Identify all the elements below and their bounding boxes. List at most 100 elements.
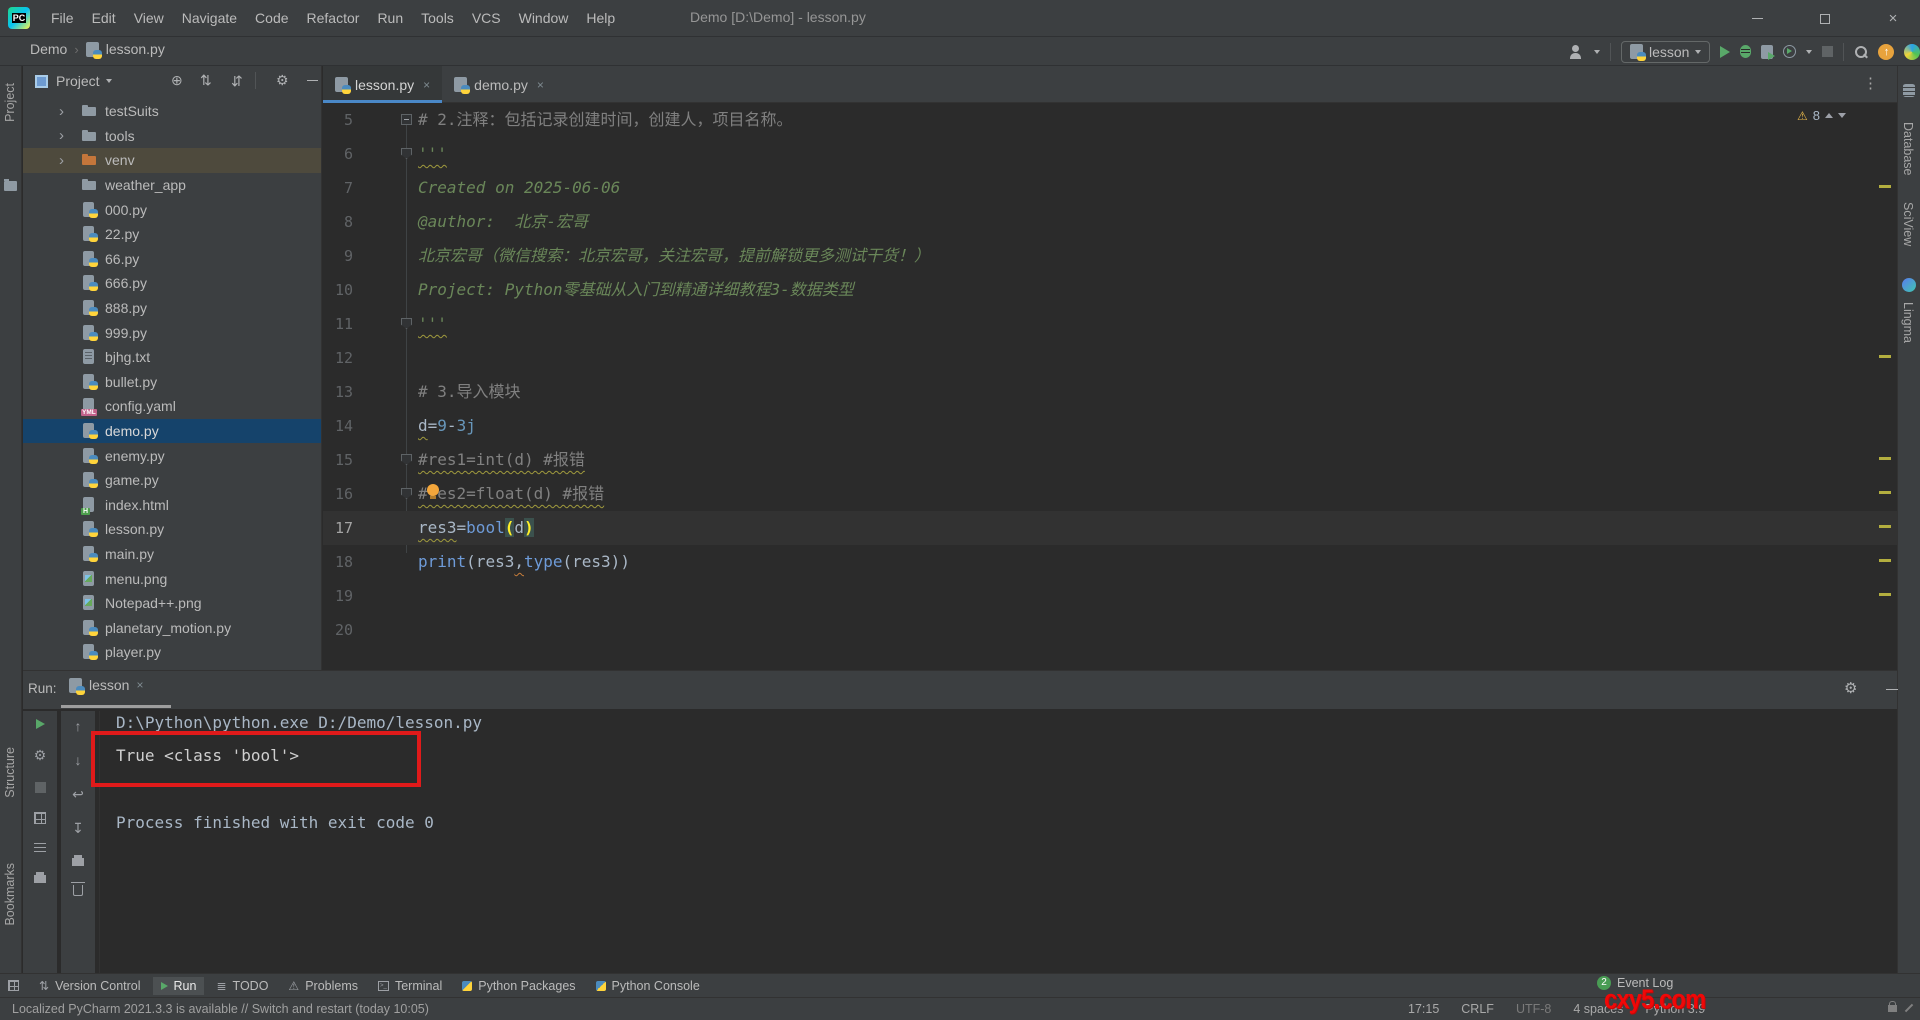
chevron-right-icon[interactable]: › <box>59 152 81 169</box>
tree-item-player.py[interactable]: player.py <box>23 640 321 665</box>
breadcrumb-project[interactable]: Demo <box>30 41 67 57</box>
editor-tab-lesson-py[interactable]: lesson.py × <box>323 66 443 103</box>
tree-item-bjhg.txt[interactable]: bjhg.txt <box>23 345 321 370</box>
update-available-icon[interactable]: ↑ <box>1878 43 1895 60</box>
menu-item-navigate[interactable]: Navigate <box>173 7 246 29</box>
tree-item-notepad++.png[interactable]: Notepad++.png <box>23 591 321 616</box>
tool-button-structure[interactable]: Structure <box>3 747 17 798</box>
close-run-tab-icon[interactable]: × <box>136 678 143 692</box>
tree-item-weather_app[interactable]: weather_app <box>23 173 321 198</box>
tab-options-icon[interactable]: ⋮ <box>1863 74 1878 92</box>
tool-window-button-todo[interactable]: ≣ TODO <box>208 977 276 995</box>
status-encoding[interactable]: UTF-8 <box>1516 1002 1551 1016</box>
code-area[interactable]: 5 # 2.注释：包括记录创建时间，创建人，项目名称。 6 ''' 7 Created o… <box>323 103 1897 670</box>
rerun-button[interactable] <box>35 719 45 729</box>
gear-icon[interactable]: ⚙ <box>276 72 289 89</box>
tree-item-999.py[interactable]: 999.py <box>23 320 321 345</box>
tree-item-tools[interactable]: › tools <box>23 124 321 149</box>
tool-window-button-python-packages[interactable]: Python Packages <box>454 977 583 995</box>
tree-item-venv[interactable]: › venv <box>23 148 321 173</box>
hide-panel-icon[interactable] <box>307 80 318 81</box>
project-view-title[interactable]: Project <box>56 73 100 89</box>
tool-window-button-run[interactable]: Run <box>152 976 205 995</box>
tool-button-database[interactable]: Database <box>1901 122 1915 176</box>
menu-item-edit[interactable]: Edit <box>83 7 125 29</box>
menu-item-view[interactable]: View <box>125 7 173 29</box>
code-line-11[interactable]: 11 ''' <box>323 307 1897 341</box>
lingma-icon[interactable] <box>1902 278 1916 292</box>
menu-item-tools[interactable]: Tools <box>412 7 463 29</box>
tree-item-testsuits[interactable]: › testSuits <box>23 99 321 124</box>
status-line-ending[interactable]: CRLF <box>1461 1002 1494 1016</box>
fold-marker-icon[interactable] <box>401 318 412 329</box>
code-line-16[interactable]: 16 #res2=float(d) #报错 <box>323 477 1897 511</box>
search-everywhere-icon[interactable] <box>1854 45 1868 59</box>
code-line-15[interactable]: 15 #res1=int(d) #报错 <box>323 443 1897 477</box>
close-button[interactable]: × <box>1876 10 1910 27</box>
menu-item-file[interactable]: File <box>42 7 83 29</box>
code-line-18[interactable]: 18 print(res3,type(res3)) <box>323 545 1897 579</box>
up-stack-icon[interactable]: ↑ <box>75 719 82 734</box>
user-icon[interactable] <box>1568 44 1584 60</box>
tool-window-switcher-icon[interactable] <box>8 980 19 991</box>
profiler-dropdown-icon[interactable] <box>1806 49 1813 54</box>
tree-item-888.py[interactable]: 888.py <box>23 296 321 321</box>
run-button[interactable] <box>1720 45 1731 58</box>
code-line-7[interactable]: 7 Created on 2025-06-06 <box>323 171 1897 205</box>
tree-item-config.yaml[interactable]: config.yaml <box>23 394 321 419</box>
collapse-all-icon[interactable]: ⇅ <box>231 72 243 89</box>
profiler-button[interactable] <box>1783 45 1797 58</box>
tool-button-lingma[interactable]: Lingma <box>1901 302 1915 343</box>
stop-process-button[interactable] <box>34 782 46 793</box>
tool-button-bookmarks[interactable]: Bookmarks <box>3 863 17 926</box>
close-tab-icon[interactable]: × <box>537 78 544 92</box>
tool-window-button-terminal[interactable]: >_ Terminal <box>370 977 450 995</box>
code-line-13[interactable]: 13 # 3.导入模块 <box>323 375 1897 409</box>
clear-console-icon[interactable] <box>71 882 85 896</box>
menu-item-run[interactable]: Run <box>368 7 412 29</box>
code-line-6[interactable]: 6 ''' <box>323 137 1897 171</box>
intention-bulb-icon[interactable] <box>427 484 439 499</box>
editor-tab-demo-py[interactable]: demo.py × <box>442 66 556 103</box>
scroll-to-end-icon[interactable]: ↧ <box>72 821 84 836</box>
tree-item-game.py[interactable]: game.py <box>23 468 321 493</box>
tool-window-button-python-console[interactable]: Python Console <box>588 977 708 995</box>
code-line-8[interactable]: 8 @author: 北京-宏哥 <box>323 205 1897 239</box>
run-with-coverage-button[interactable] <box>1761 44 1776 60</box>
expand-all-icon[interactable]: ⇅ <box>200 72 212 89</box>
tool-window-button-problems[interactable]: ⚠ Problems <box>280 977 366 995</box>
fold-marker-icon[interactable] <box>401 454 412 465</box>
menu-item-refactor[interactable]: Refactor <box>298 7 369 29</box>
menu-item-window[interactable]: Window <box>510 7 578 29</box>
user-dropdown-icon[interactable] <box>1594 49 1600 54</box>
chevron-right-icon[interactable]: › <box>59 103 81 120</box>
soft-wrap-icon[interactable]: ↩ <box>72 787 84 802</box>
print-icon[interactable] <box>34 872 46 883</box>
tree-item-demo.py[interactable]: demo.py <box>23 418 321 444</box>
hide-run-panel-icon[interactable] <box>1886 689 1898 690</box>
status-message[interactable]: Localized PyCharm 2021.3.3 is available … <box>12 1002 429 1016</box>
tool-button-sciview[interactable]: SciView <box>1901 202 1915 246</box>
stop-button[interactable] <box>1822 46 1834 57</box>
tree-item-000.py[interactable]: 000.py <box>23 197 321 222</box>
tree-item-main.py[interactable]: main.py <box>23 542 321 567</box>
code-line-19[interactable]: 19 <box>323 579 1897 613</box>
run-settings-gear-icon[interactable]: ⚙ <box>1844 679 1857 697</box>
menu-item-code[interactable]: Code <box>246 7 297 29</box>
code-line-17[interactable]: 17 res3=bool(d) <box>323 511 1897 545</box>
code-line-5[interactable]: 5 # 2.注释：包括记录创建时间，创建人，项目名称。 <box>323 103 1897 137</box>
menu-item-vcs[interactable]: VCS <box>463 7 510 29</box>
tree-item-planetary_motion.py[interactable]: planetary_motion.py <box>23 615 321 640</box>
tree-item-666.py[interactable]: 666.py <box>23 271 321 296</box>
tree-item-bullet.py[interactable]: bullet.py <box>23 370 321 395</box>
fold-marker-icon[interactable] <box>401 148 412 159</box>
options-list-icon[interactable] <box>34 843 46 853</box>
locate-file-icon[interactable]: ⊕ <box>171 72 183 89</box>
lock-icon[interactable] <box>1888 1001 1897 1012</box>
close-tab-icon[interactable]: × <box>423 78 430 92</box>
database-icon[interactable] <box>1903 84 1915 97</box>
wrench-icon[interactable]: ⚙ <box>34 748 47 763</box>
tree-item-index.html[interactable]: index.html <box>23 493 321 518</box>
tree-item-lesson.py[interactable]: lesson.py <box>23 517 321 542</box>
folder-icon[interactable] <box>4 179 17 191</box>
